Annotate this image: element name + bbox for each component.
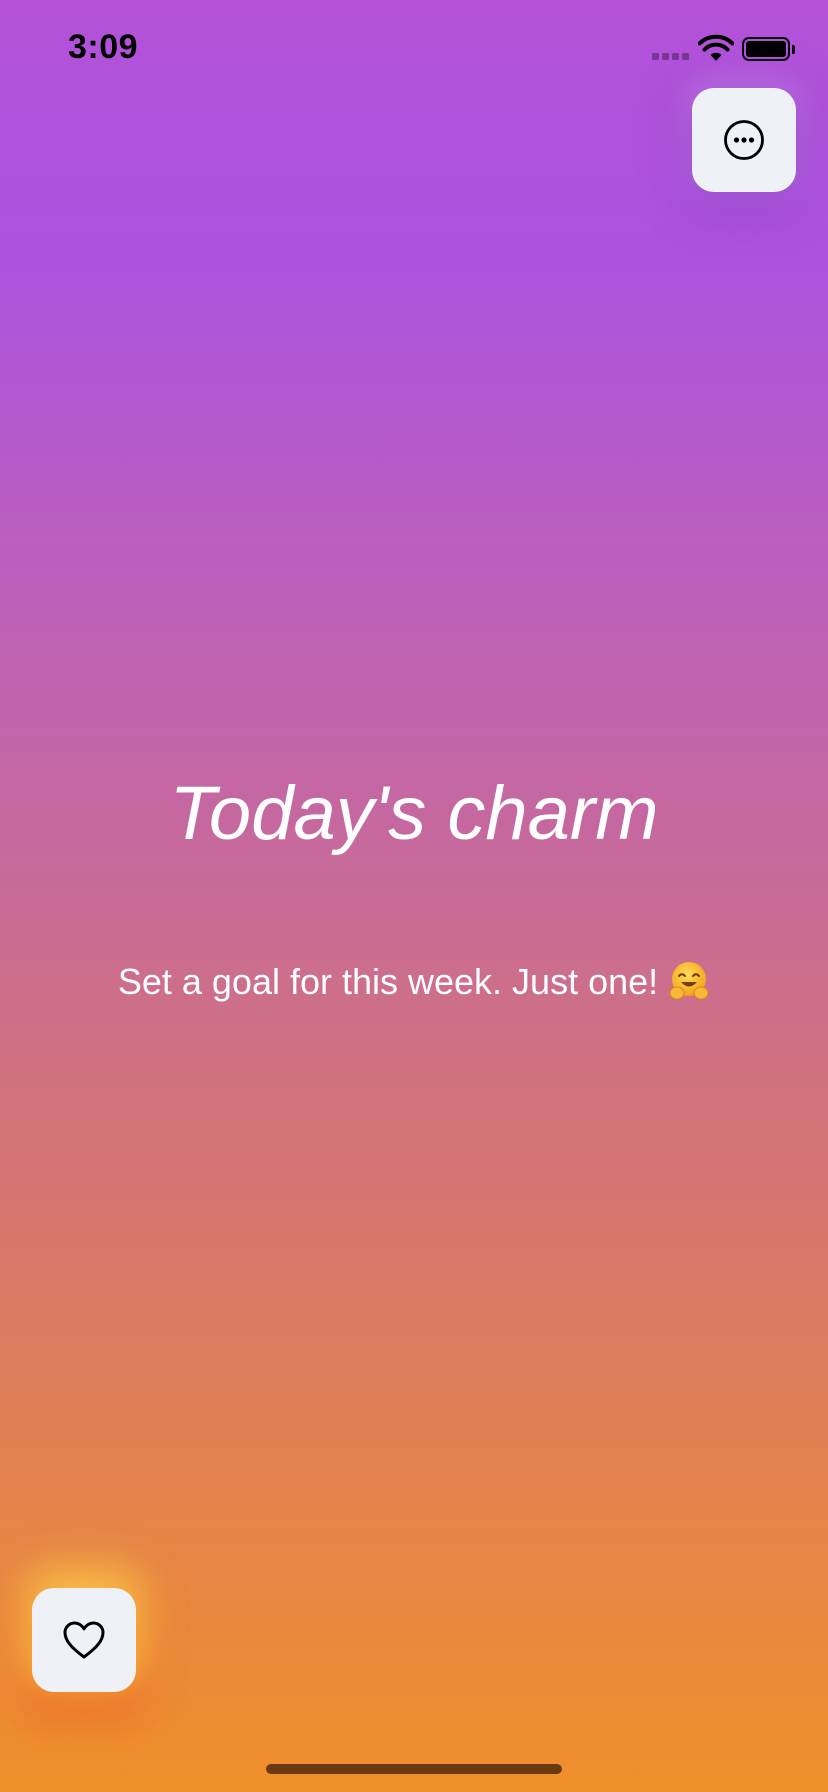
battery-cap <box>792 45 795 54</box>
home-indicator[interactable] <box>266 1764 562 1774</box>
page-title: Today's charm <box>169 771 659 856</box>
hugging-face-emoji-icon <box>669 962 709 1000</box>
cellular-signal-icon <box>652 53 689 60</box>
status-time: 3:09 <box>68 28 139 66</box>
more-options-button[interactable] <box>692 88 796 192</box>
heart-outline-icon <box>63 1621 105 1659</box>
ellipsis-circle-icon <box>724 120 764 160</box>
status-bar: 3:09 <box>0 0 828 96</box>
favorite-button[interactable] <box>32 1588 136 1692</box>
charm-message: Set a goal for this week. Just one! <box>0 960 828 1003</box>
charm-message-text: Set a goal for this week. Just one! <box>117 961 659 1002</box>
wifi-icon <box>698 34 734 61</box>
battery-icon <box>742 37 790 61</box>
